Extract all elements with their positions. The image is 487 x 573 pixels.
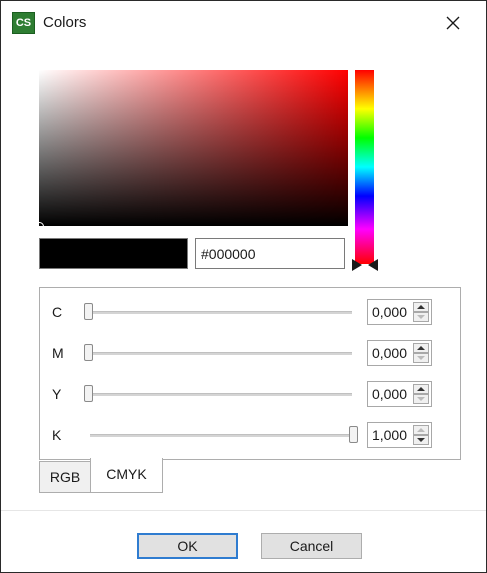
cyan-value: 0,000 (371, 304, 407, 320)
spin-down-icon (417, 438, 425, 442)
key-decrement-button[interactable] (413, 435, 429, 445)
yellow-slider-track[interactable] (90, 393, 352, 396)
cancel-button[interactable]: Cancel (261, 533, 362, 559)
app-logo: CS (12, 12, 35, 34)
magenta-slider-thumb[interactable] (84, 344, 93, 361)
yellow-label: Y (52, 386, 62, 402)
close-icon (446, 16, 460, 30)
cyan-decrement-button[interactable] (413, 312, 429, 322)
ok-button[interactable]: OK (137, 533, 238, 559)
tab-rgb[interactable]: RGB (39, 461, 91, 493)
cmyk-panel: C 0,000 M 0,000 Y 0,000 K 1,000 (39, 287, 461, 460)
cyan-label: C (52, 304, 63, 320)
spin-up-icon (417, 305, 425, 309)
yellow-stepper[interactable]: 0,000 (367, 381, 432, 407)
selected-color-swatch (39, 238, 188, 269)
spin-down-icon (417, 315, 425, 319)
magenta-decrement-button[interactable] (413, 353, 429, 363)
footer-divider (1, 510, 486, 511)
spin-down-icon (417, 397, 425, 401)
cyan-slider-thumb[interactable] (84, 303, 93, 320)
colors-dialog: CS Colors C 0,000 M 0,000 (0, 0, 487, 573)
cyan-stepper[interactable]: 0,000 (367, 299, 432, 325)
magenta-increment-button[interactable] (413, 343, 429, 353)
yellow-increment-button[interactable] (413, 384, 429, 394)
spin-up-icon (417, 428, 425, 432)
key-label: K (52, 427, 62, 443)
key-slider-thumb[interactable] (349, 426, 358, 443)
key-value: 1,000 (371, 427, 407, 443)
saturation-value-square[interactable] (39, 70, 348, 226)
cyan-increment-button[interactable] (413, 302, 429, 312)
spin-up-icon (417, 346, 425, 350)
magenta-value: 0,000 (371, 345, 407, 361)
yellow-slider-thumb[interactable] (84, 385, 93, 402)
magenta-slider-track[interactable] (90, 352, 352, 355)
magenta-label: M (52, 345, 64, 361)
hue-marker-icon[interactable] (351, 258, 379, 272)
saturation-value-cursor[interactable] (35, 222, 44, 231)
cyan-slider-track[interactable] (90, 311, 352, 314)
key-stepper[interactable]: 1,000 (367, 422, 432, 448)
close-button[interactable] (441, 11, 465, 35)
spin-up-icon (417, 387, 425, 391)
tab-cmyk[interactable]: CMYK (90, 458, 163, 493)
key-increment-button[interactable] (413, 425, 429, 435)
title-bar[interactable]: CS Colors (1, 1, 486, 45)
spin-down-icon (417, 356, 425, 360)
yellow-value: 0,000 (371, 386, 407, 402)
key-slider-track[interactable] (90, 434, 352, 437)
magenta-stepper[interactable]: 0,000 (367, 340, 432, 366)
yellow-decrement-button[interactable] (413, 394, 429, 404)
hex-color-input[interactable] (195, 238, 345, 269)
hue-slider[interactable] (355, 70, 374, 264)
window-title: Colors (43, 14, 87, 31)
